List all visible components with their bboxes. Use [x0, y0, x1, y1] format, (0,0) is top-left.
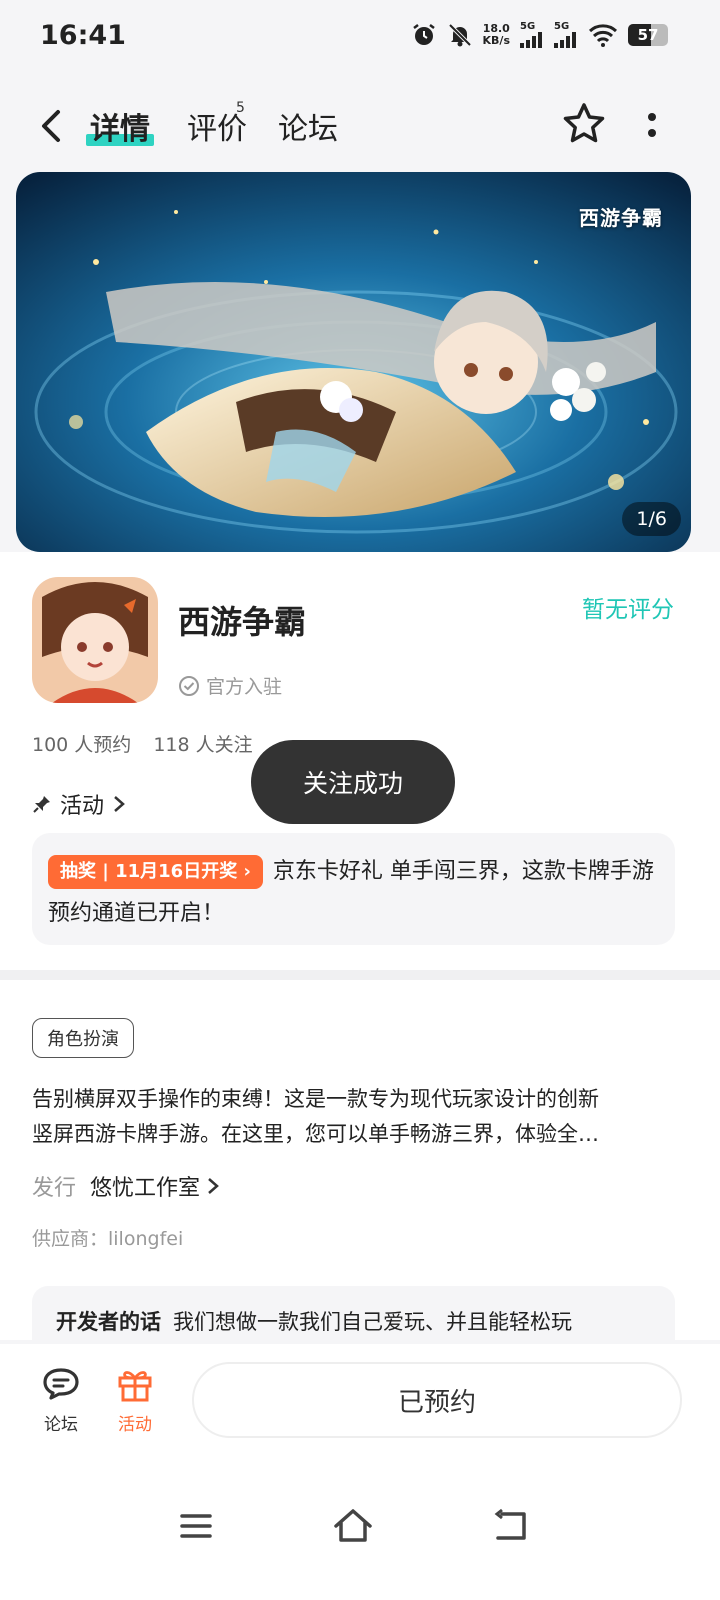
lottery-tag-text: 抽奖 | 11月16日开奖 — [60, 861, 238, 882]
section-divider — [0, 970, 720, 980]
mute-bell-icon — [448, 23, 471, 47]
bottom-forum-label: 论坛 — [44, 1415, 78, 1435]
official-label: 官方入驻 — [206, 676, 283, 698]
lottery-tag: 抽奖 | 11月16日开奖 › — [48, 855, 263, 889]
sim2-signal: 5G — [554, 22, 578, 48]
reserved-button[interactable]: 已预约 — [192, 1362, 682, 1438]
chevron-right-icon — [114, 796, 125, 812]
description-line-2: 竖屏西游卡牌手游。在这里，您可以单手畅游三界，体验全… — [32, 1122, 599, 1146]
forum-chat-icon — [43, 1368, 79, 1400]
more-vertical-icon[interactable] — [638, 106, 666, 146]
activity-label: 活动 — [60, 794, 105, 819]
status-icons: 18.0 KB/s 5G 5G 57 — [411, 22, 668, 48]
system-menu-icon[interactable] — [180, 1512, 212, 1540]
banner-carousel[interactable]: 西游争霸 1/6 — [16, 172, 691, 552]
toast-message: 关注成功 — [251, 740, 455, 824]
system-home-icon[interactable] — [332, 1506, 374, 1546]
tab-forum[interactable]: 论坛 — [278, 104, 338, 148]
app-icon-artwork — [32, 577, 158, 703]
publisher-row[interactable]: 发行 悠忧工作室 — [32, 1170, 220, 1202]
signal-bars-icon — [554, 32, 576, 48]
publisher-link[interactable]: 悠忧工作室 — [90, 1170, 220, 1202]
app-stats: 100 人预约 118 人关注 — [32, 730, 253, 757]
bottom-forum-button[interactable]: 论坛 — [36, 1366, 86, 1435]
wifi-icon — [588, 24, 618, 47]
game-description[interactable]: 告别横屏双手操作的束缚！这是一款专为现代玩家设计的创新 竖屏西游卡牌手游。在这里… — [32, 1082, 672, 1152]
supplier-info: 供应商：lilongfei — [32, 1228, 184, 1250]
publisher-name: 悠忧工作室 — [90, 1176, 201, 1201]
app-name: 西游争霸 — [178, 603, 307, 641]
reservation-count: 100 人预约 — [32, 734, 132, 756]
net-speed-unit: KB/s — [482, 34, 510, 47]
tab-reviews-badge: 5 — [236, 100, 245, 116]
signal-bars-icon — [520, 32, 542, 48]
developer-note-text: 我们想做一款我们自己爱玩、并且能轻松玩 — [173, 1310, 572, 1334]
gift-icon — [118, 1371, 152, 1402]
pin-icon — [33, 796, 50, 813]
official-badge: 官方入驻 — [178, 672, 282, 699]
tab-details[interactable]: 详情 — [90, 104, 150, 148]
rating-status: 暂无评分 — [582, 597, 674, 623]
star-icon[interactable] — [560, 100, 608, 148]
sim1-signal: 5G — [520, 22, 544, 48]
banner-game-logo: 西游争霸 — [579, 206, 663, 230]
net-speed: 18.0 KB/s — [483, 23, 510, 47]
sim2-label: 5G — [554, 21, 570, 32]
bottom-activity-button[interactable]: 活动 — [110, 1366, 160, 1435]
banner-page-counter: 1/6 — [622, 502, 681, 536]
alarm-icon — [412, 24, 435, 45]
activity-promo-card[interactable]: 抽奖 | 11月16日开奖 › 京东卡好礼 单手闯三界，这款卡牌手游预约通道已开启… — [32, 833, 675, 945]
status-time: 16:41 — [40, 20, 126, 51]
activity-section-header[interactable]: 活动 — [32, 788, 126, 820]
system-back-icon[interactable] — [494, 1508, 528, 1542]
battery-icon: 57 — [628, 24, 668, 46]
bottom-activity-label: 活动 — [118, 1415, 152, 1435]
genre-tag[interactable]: 角色扮演 — [32, 1018, 134, 1058]
description-line-1: 告别横屏双手操作的束缚！这是一款专为现代玩家设计的创新 — [32, 1087, 599, 1111]
developer-note-title: 开发者的话 — [56, 1310, 161, 1334]
battery-level: 57 — [637, 26, 659, 44]
back-icon[interactable] — [30, 104, 74, 148]
chevron-right-icon — [208, 1178, 219, 1194]
app-icon — [32, 577, 158, 703]
verified-check-icon — [179, 675, 199, 696]
sim1-label: 5G — [520, 21, 536, 32]
follower-count: 118 人关注 — [153, 734, 253, 756]
publisher-key: 发行 — [32, 1176, 77, 1201]
